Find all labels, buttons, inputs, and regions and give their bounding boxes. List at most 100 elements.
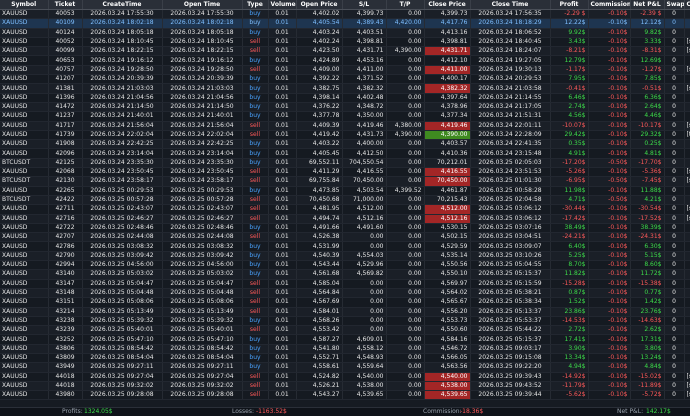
table-row[interactable]: BTCUSDT 42130 2026.03.24 23:58:17 2026.03.2… bbox=[0, 176, 690, 187]
net-pnl-cell: 3.33$ bbox=[630, 37, 665, 48]
column-header[interactable]: Profit bbox=[550, 0, 589, 10]
column-header[interactable]: T/P bbox=[386, 0, 425, 10]
profit-cell: 4.94$ bbox=[550, 362, 589, 373]
table-row[interactable]: XAUUSD 42068 2026.03.24 23:50:45 2026.03.24… bbox=[0, 167, 690, 178]
open-price-cell: 4,494.74 bbox=[296, 214, 343, 224]
tp-cell: 0.00 bbox=[386, 111, 425, 122]
table-row[interactable]: XAUUSD 40099 2026.03.24 18:22:15 2026.03.24… bbox=[0, 46, 690, 57]
profit-cell: 0.87$ bbox=[550, 288, 589, 299]
swap-cell: 0 bbox=[664, 204, 685, 215]
volume-cell: 0.01 bbox=[268, 241, 297, 252]
tp-cell: 0.00 bbox=[386, 325, 425, 336]
swap-cell: 0 bbox=[664, 9, 685, 20]
volume-cell: 0.01 bbox=[268, 362, 297, 373]
ticket-cell: 43147 bbox=[48, 279, 83, 289]
table-row[interactable]: BTCUSDT 42422 2026.03.25 00:57:28 2026.03.2… bbox=[0, 195, 690, 206]
table-row[interactable]: XAUUSD 40053 2026.03.24 17:55:30 2026.03.24… bbox=[0, 9, 690, 20]
swap-cell: 0 bbox=[664, 223, 685, 234]
table-row[interactable]: XAUUSD 41381 2026.03.24 21:03:03 2026.03.24… bbox=[0, 83, 690, 94]
column-header[interactable]: Symbol bbox=[0, 0, 49, 10]
volume-cell: 0.01 bbox=[268, 148, 297, 159]
table-row[interactable]: XAUUSD 41739 2026.03.24 22:02:04 2026.03.24… bbox=[0, 130, 690, 141]
table-row[interactable]: XAUUSD 42786 2026.03.25 03:08:32 2026.03.25… bbox=[0, 241, 690, 252]
table-row[interactable]: XAUUSD 40757 2026.03.24 19:28:50 2026.03.24… bbox=[0, 65, 690, 76]
column-header[interactable]: Net P&L bbox=[630, 0, 665, 10]
table-row[interactable]: XAUUSD 41207 2026.03.24 20:39:39 2026.03.24… bbox=[0, 74, 690, 85]
type-cell: buy bbox=[242, 269, 269, 280]
comment-cell bbox=[684, 307, 690, 317]
column-header[interactable]: Close Time bbox=[470, 0, 551, 10]
sl-cell: 4,569.82 bbox=[342, 269, 387, 280]
trade-history-grid: Symbol Ticket CreateTime Open Time Type Volum… bbox=[0, 0, 690, 408]
table-row[interactable]: XAUUSD 41908 2026.03.24 22:42:25 2026.03.24… bbox=[0, 139, 690, 150]
table-row[interactable]: XAUUSD 41472 2026.03.24 21:14:50 2026.03.24… bbox=[0, 102, 690, 113]
close-time-cell: 2026.03.24 22:28:09 bbox=[470, 130, 551, 141]
table-row[interactable]: XAUUSD 42716 2026.03.25 02:46:27 2026.03.25… bbox=[0, 214, 690, 224]
table-row[interactable]: XAUUSD 40109 2026.03.24 18:02:18 2026.03.24… bbox=[0, 18, 690, 29]
open-time-cell: 2026.03.25 08:54:04 bbox=[162, 353, 243, 364]
tp-cell: 0.00 bbox=[386, 353, 425, 364]
column-header[interactable]: Open Price bbox=[296, 0, 343, 10]
table-row[interactable]: XAUUSD 42707 2026.03.25 02:44:08 2026.03.25… bbox=[0, 232, 690, 243]
table-row[interactable]: XAUUSD 43980 2026.03.25 09:28:08 2026.03.25… bbox=[0, 390, 690, 401]
table-row[interactable]: XAUUSD 42711 2026.03.25 02:43:07 2026.03.25… bbox=[0, 204, 690, 215]
column-header[interactable]: Swap bbox=[664, 0, 685, 10]
open-price-cell: 4,568.26 bbox=[296, 316, 343, 327]
column-header[interactable]: CreateTime bbox=[82, 0, 163, 10]
commission-cell: -0.10$ bbox=[588, 241, 631, 252]
table-row[interactable]: BTCUSDT 42125 2026.03.24 23:35:30 2026.03.2… bbox=[0, 158, 690, 169]
table-row[interactable]: XAUUSD 43214 2026.03.25 05:13:49 2026.03.25… bbox=[0, 307, 690, 317]
net-pnl-cell: -11.89$ bbox=[630, 381, 665, 392]
table-row[interactable]: XAUUSD 43809 2026.03.25 08:54:04 2026.03.25… bbox=[0, 353, 690, 364]
swap-cell: 0 bbox=[664, 186, 685, 196]
table-row[interactable]: XAUUSD 41396 2026.03.24 21:04:56 2026.03.24… bbox=[0, 93, 690, 103]
table-row[interactable]: XAUUSD 43806 2026.03.25 08:54:42 2026.03.25… bbox=[0, 344, 690, 355]
table-row[interactable]: XAUUSD 43238 2026.03.25 05:39:32 2026.03.25… bbox=[0, 316, 690, 327]
table-row[interactable]: XAUUSD 43148 2026.03.25 05:04:48 2026.03.25… bbox=[0, 288, 690, 299]
table-row[interactable]: XAUUSD 40124 2026.03.24 18:05:18 2026.03.24… bbox=[0, 28, 690, 38]
column-header[interactable]: Comment bbox=[684, 0, 690, 10]
close-time-cell: 2026.03.24 22:41:35 bbox=[470, 139, 551, 150]
table-row[interactable]: XAUUSD 42790 2026.03.25 03:09:42 2026.03.25… bbox=[0, 251, 690, 262]
table-row[interactable]: XAUUSD 40653 2026.03.24 19:16:12 2026.03.24… bbox=[0, 55, 690, 66]
table-row[interactable]: XAUUSD 42722 2026.03.25 02:48:46 2026.03.25… bbox=[0, 223, 690, 234]
table-row[interactable]: XAUUSD 43140 2026.03.25 05:03:02 2026.03.25… bbox=[0, 269, 690, 280]
table-row[interactable]: XAUUSD 44018 2026.03.25 09:32:02 2026.03.25… bbox=[0, 381, 690, 392]
commission-cell: -0.10$ bbox=[588, 344, 631, 355]
swap-cell: 0 bbox=[664, 74, 685, 85]
table-row[interactable]: XAUUSD 43151 2026.03.25 05:08:06 2026.03.25… bbox=[0, 297, 690, 308]
table-row[interactable]: XAUUSD 41237 2026.03.24 21:40:01 2026.03.24… bbox=[0, 111, 690, 122]
column-header[interactable]: Ticket bbox=[48, 0, 83, 10]
table-row[interactable]: XAUUSD 44018 2026.03.25 09:27:04 2026.03.25… bbox=[0, 372, 690, 382]
column-header[interactable]: Open Time bbox=[162, 0, 243, 10]
column-header[interactable]: Volume bbox=[268, 0, 297, 10]
tp-cell: 0.00 bbox=[386, 232, 425, 243]
close-price-cell: 4,461.87 bbox=[424, 186, 471, 196]
column-header[interactable]: S/L bbox=[342, 0, 387, 10]
table-row[interactable]: XAUUSD 42096 2026.03.24 23:14:04 2026.03.24… bbox=[0, 148, 690, 159]
table-row[interactable]: XAUUSD 43252 2026.03.25 05:47:10 2026.03.25… bbox=[0, 334, 690, 345]
close-time-cell: 2026.03.25 03:04:51 bbox=[470, 232, 551, 243]
commission-cell: -0.50$ bbox=[588, 158, 631, 169]
table-row[interactable]: XAUUSD 41717 2026.03.24 21:56:04 2026.03.24… bbox=[0, 121, 690, 131]
sl-cell: 0.00 bbox=[342, 325, 387, 336]
profit-cell: -5.62$ bbox=[550, 390, 589, 401]
comment-cell: [sl 4538.00] bbox=[684, 381, 690, 392]
sl-cell: 704,550.54 bbox=[342, 158, 387, 169]
table-row[interactable]: XAUUSD 40052 2026.03.24 18:10:45 2026.03.24… bbox=[0, 37, 690, 48]
close-time-cell: 2026.03.25 03:06:12 bbox=[470, 204, 551, 215]
close-price-cell: 4,416.55 bbox=[424, 167, 471, 178]
comment-cell bbox=[684, 297, 690, 308]
ticket-cell: 40757 bbox=[48, 65, 83, 76]
type-cell: buy bbox=[242, 9, 269, 20]
table-row[interactable]: XAUUSD 42265 2026.03.25 00:29:53 2026.03.25… bbox=[0, 186, 690, 196]
commission-cell: -0.10$ bbox=[588, 279, 631, 289]
column-header[interactable]: Type bbox=[242, 0, 269, 10]
sl-cell: 4,402.48 bbox=[342, 93, 387, 103]
table-row[interactable]: XAUUSD 43949 2026.03.25 09:27:11 2026.03.25… bbox=[0, 362, 690, 373]
table-row[interactable]: XAUUSD 43239 2026.03.25 05:40:01 2026.03.25… bbox=[0, 325, 690, 336]
table-row[interactable]: XAUUSD 43147 2026.03.25 05:04:47 2026.03.25… bbox=[0, 279, 690, 289]
column-header[interactable]: Close Price bbox=[424, 0, 471, 10]
table-row[interactable]: XAUUSD 42994 2026.03.25 04:56:00 2026.03.25… bbox=[0, 260, 690, 271]
column-header[interactable]: Commission bbox=[588, 0, 631, 10]
